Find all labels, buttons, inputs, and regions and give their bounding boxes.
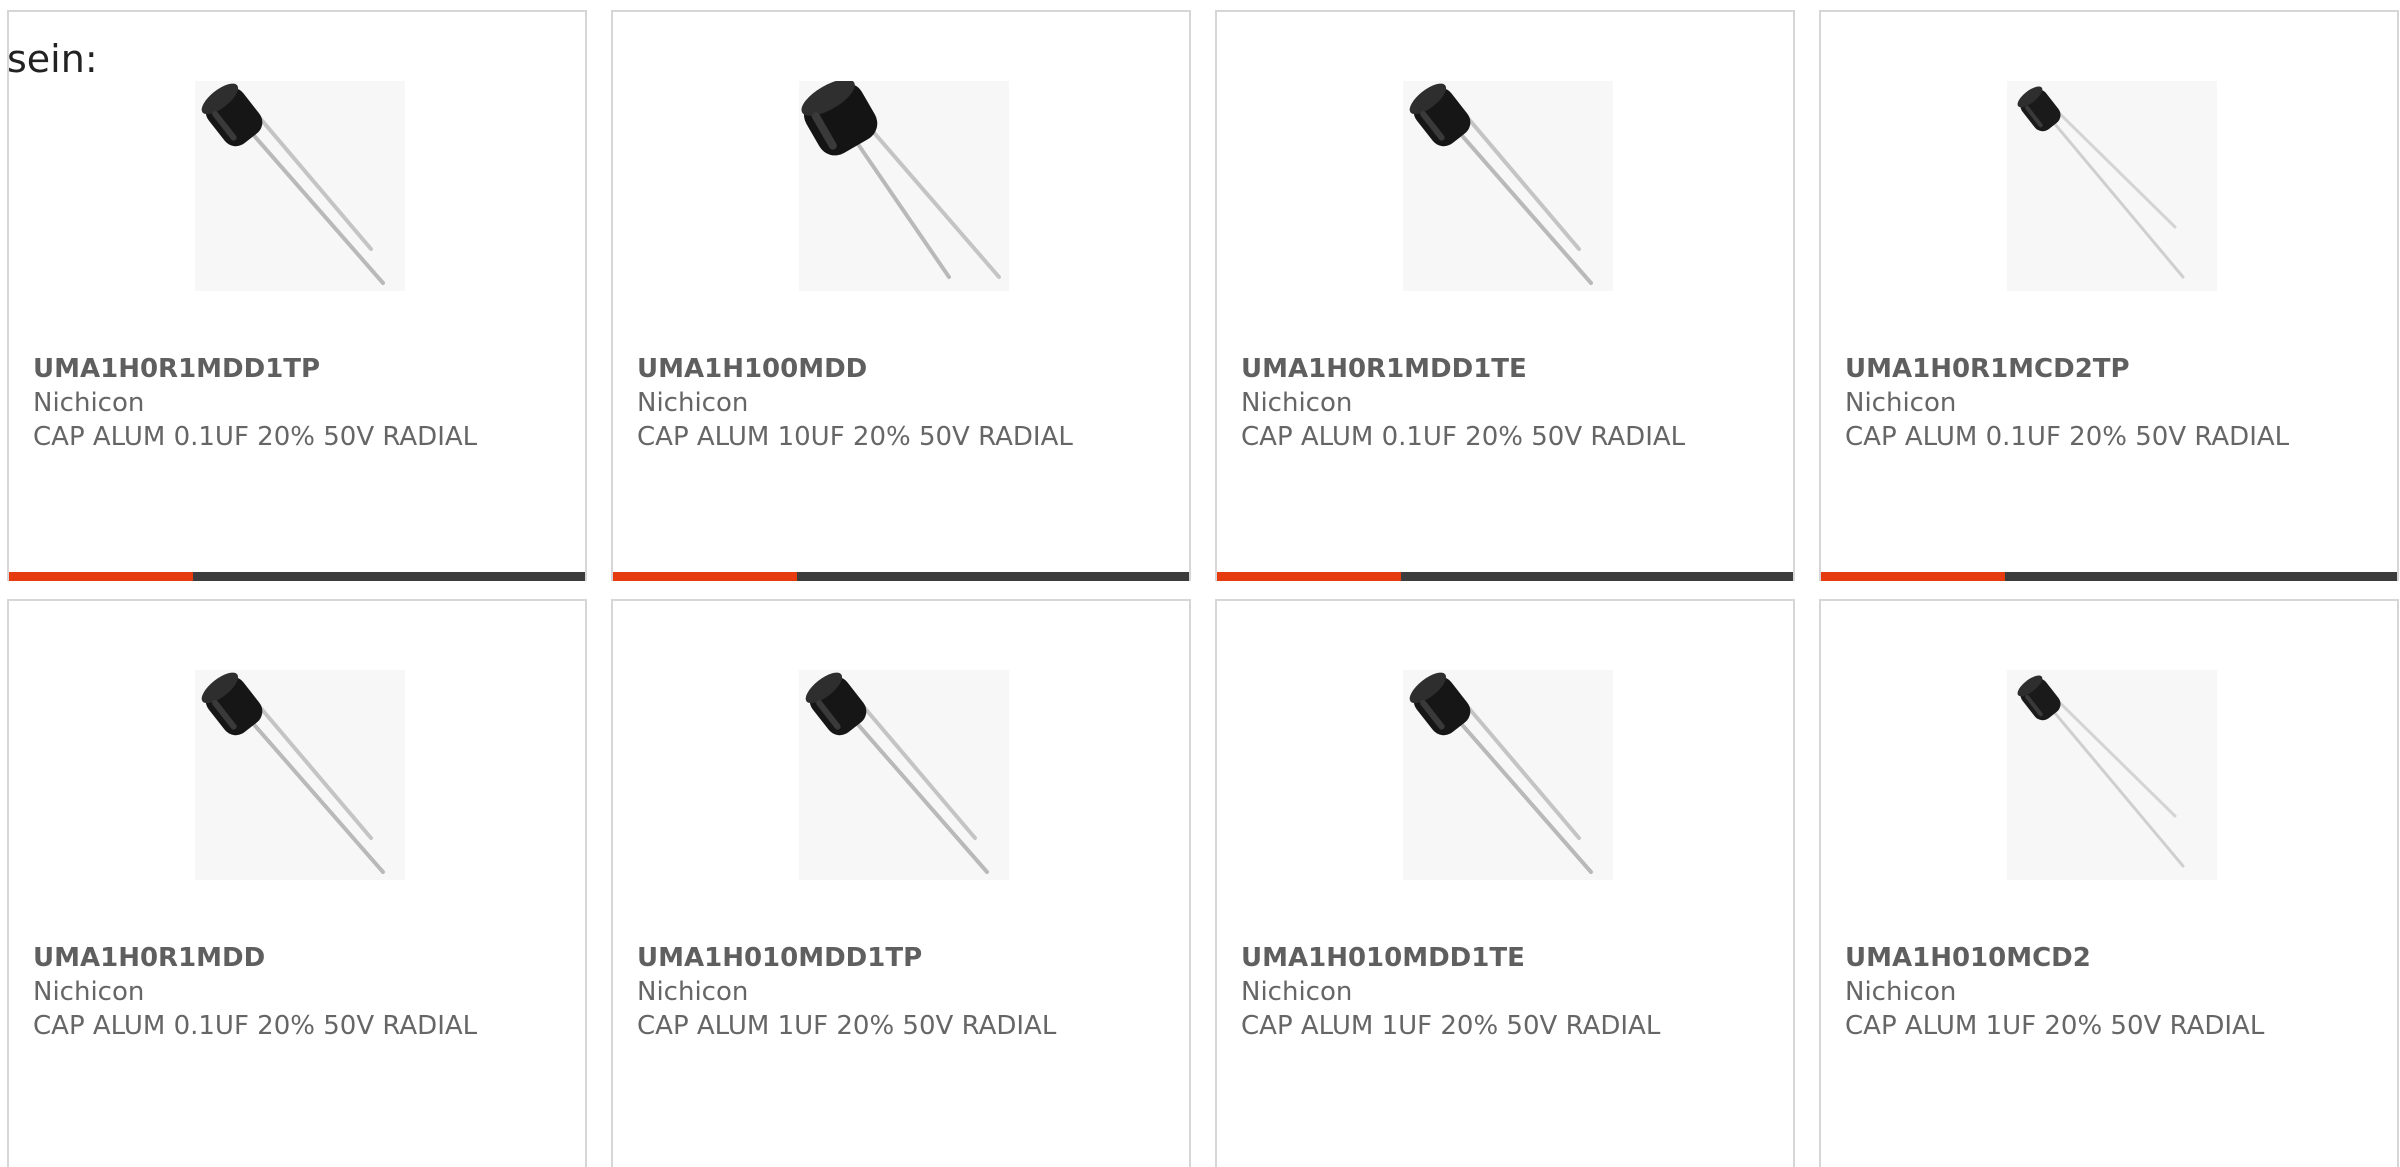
part-number-link[interactable]: UMA1H010MDD1TP [637, 941, 1177, 975]
card-footer-bar [9, 572, 585, 581]
product-card[interactable]: UMA1H0R1MDD1TP Nichicon CAP ALUM 0.1UF 2… [7, 10, 587, 581]
description-label: CAP ALUM 10UF 20% 50V RADIAL [637, 422, 1073, 452]
product-info: UMA1H0R1MDD1TE Nichicon CAP ALUM 0.1UF 2… [1241, 352, 1781, 454]
card-footer-bar [1821, 572, 2397, 581]
description-label: CAP ALUM 1UF 20% 50V RADIAL [637, 1011, 1057, 1041]
part-number-link[interactable]: UMA1H0R1MDD1TP [33, 352, 573, 386]
product-card[interactable]: UMA1H010MDD1TE Nichicon CAP ALUM 1UF 20%… [1215, 599, 1795, 1167]
description-label: CAP ALUM 1UF 20% 50V RADIAL [1845, 1011, 2265, 1041]
manufacturer-label: Nichicon [1241, 388, 1353, 418]
manufacturer-label: Nichicon [1241, 977, 1353, 1007]
product-info: UMA1H100MDD Nichicon CAP ALUM 10UF 20% 5… [637, 352, 1177, 454]
product-card[interactable]: UMA1H010MCD2 Nichicon CAP ALUM 1UF 20% 5… [1819, 599, 2399, 1167]
product-info: UMA1H010MDD1TP Nichicon CAP ALUM 1UF 20%… [637, 941, 1177, 1043]
capacitor-image[interactable] [2007, 81, 2217, 291]
product-card[interactable]: UMA1H100MDD Nichicon CAP ALUM 10UF 20% 5… [611, 10, 1191, 581]
manufacturer-label: Nichicon [1845, 977, 1957, 1007]
description-label: CAP ALUM 0.1UF 20% 50V RADIAL [1845, 422, 2290, 452]
capacitor-image[interactable] [1403, 670, 1613, 880]
description-label: CAP ALUM 1UF 20% 50V RADIAL [1241, 1011, 1661, 1041]
capacitor-image[interactable] [1403, 81, 1613, 291]
card-accent-bar [9, 572, 193, 581]
manufacturer-label: Nichicon [637, 388, 749, 418]
product-card[interactable]: UMA1H0R1MDD Nichicon CAP ALUM 0.1UF 20% … [7, 599, 587, 1167]
description-label: CAP ALUM 0.1UF 20% 50V RADIAL [33, 422, 478, 452]
description-label: CAP ALUM 0.1UF 20% 50V RADIAL [1241, 422, 1686, 452]
card-footer-bar [1217, 572, 1793, 581]
capacitor-image[interactable] [195, 81, 405, 291]
part-number-link[interactable]: UMA1H100MDD [637, 352, 1177, 386]
card-accent-bar [613, 572, 797, 581]
capacitor-image[interactable] [2007, 670, 2217, 880]
description-label: CAP ALUM 0.1UF 20% 50V RADIAL [33, 1011, 478, 1041]
card-footer-bar [613, 572, 1189, 581]
part-number-link[interactable]: UMA1H0R1MDD1TE [1241, 352, 1781, 386]
card-accent-bar [1821, 572, 2005, 581]
product-grid: UMA1H0R1MDD1TP Nichicon CAP ALUM 0.1UF 2… [7, 10, 2400, 1167]
part-number-link[interactable]: UMA1H0R1MCD2TP [1845, 352, 2385, 386]
intro-text: sein: [7, 37, 98, 81]
product-info: UMA1H0R1MDD1TP Nichicon CAP ALUM 0.1UF 2… [33, 352, 573, 454]
capacitor-image[interactable] [799, 81, 1009, 291]
product-info: UMA1H010MDD1TE Nichicon CAP ALUM 1UF 20%… [1241, 941, 1781, 1043]
product-info: UMA1H0R1MCD2TP Nichicon CAP ALUM 0.1UF 2… [1845, 352, 2385, 454]
product-card[interactable]: UMA1H010MDD1TP Nichicon CAP ALUM 1UF 20%… [611, 599, 1191, 1167]
part-number-link[interactable]: UMA1H0R1MDD [33, 941, 573, 975]
product-card[interactable]: UMA1H0R1MDD1TE Nichicon CAP ALUM 0.1UF 2… [1215, 10, 1795, 581]
manufacturer-label: Nichicon [637, 977, 749, 1007]
part-number-link[interactable]: UMA1H010MCD2 [1845, 941, 2385, 975]
capacitor-image[interactable] [195, 670, 405, 880]
card-accent-bar [1217, 572, 1401, 581]
manufacturer-label: Nichicon [33, 388, 145, 418]
product-info: UMA1H010MCD2 Nichicon CAP ALUM 1UF 20% 5… [1845, 941, 2385, 1043]
manufacturer-label: Nichicon [1845, 388, 1957, 418]
product-card[interactable]: UMA1H0R1MCD2TP Nichicon CAP ALUM 0.1UF 2… [1819, 10, 2399, 581]
manufacturer-label: Nichicon [33, 977, 145, 1007]
capacitor-image[interactable] [799, 670, 1009, 880]
part-number-link[interactable]: UMA1H010MDD1TE [1241, 941, 1781, 975]
product-info: UMA1H0R1MDD Nichicon CAP ALUM 0.1UF 20% … [33, 941, 573, 1043]
